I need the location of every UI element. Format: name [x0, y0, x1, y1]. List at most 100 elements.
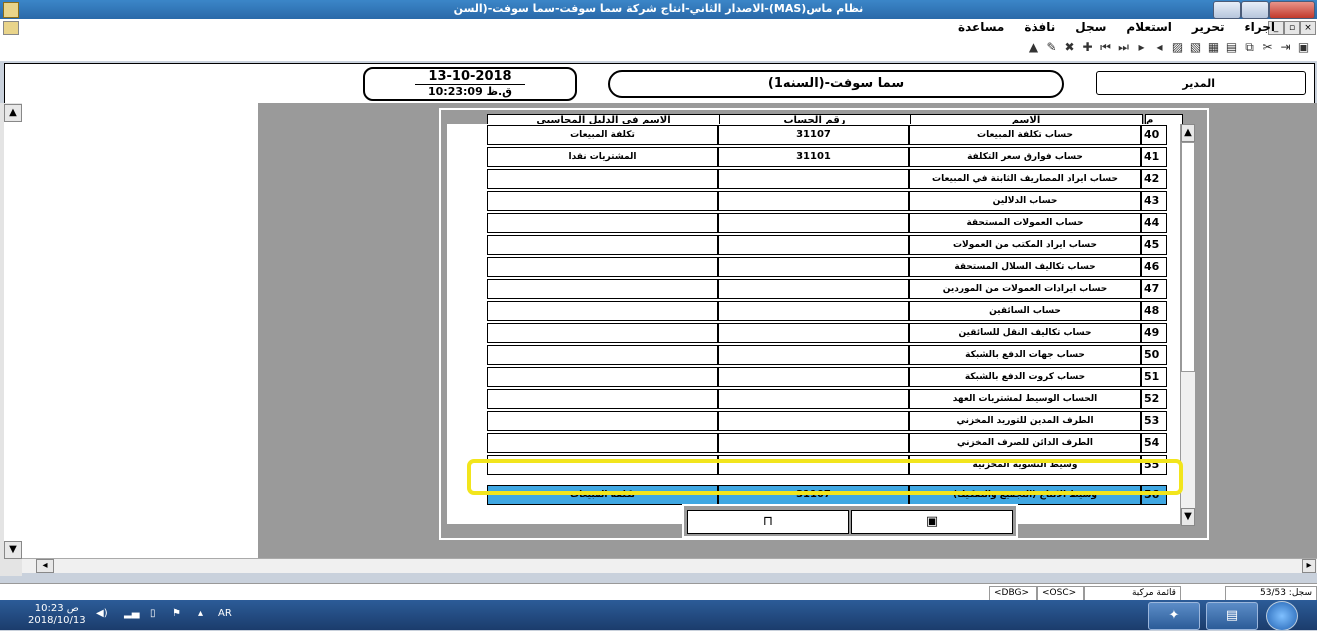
- guide-name-cell[interactable]: [487, 191, 718, 211]
- table-row[interactable]: 44 حساب العمولات المستحقة: [447, 212, 1181, 234]
- search-icon[interactable]: ✎: [1044, 40, 1059, 55]
- guide-name-cell[interactable]: [487, 323, 718, 343]
- account-number-cell[interactable]: [718, 279, 909, 299]
- name-cell[interactable]: حساب جهات الدفع بالشبكة: [909, 345, 1141, 365]
- name-cell[interactable]: الطرف المدين للتوريد المخزني: [909, 411, 1141, 431]
- add-icon[interactable]: ✚: [1080, 40, 1095, 55]
- guide-name-cell[interactable]: [487, 279, 718, 299]
- grid-scroll-up-button[interactable]: ▲: [1181, 124, 1195, 142]
- table-row[interactable]: 49 حساب تكاليف النقل للسائقين: [447, 322, 1181, 344]
- menu-action[interactable]: اجراء: [1243, 20, 1277, 34]
- start-button[interactable]: [1266, 601, 1298, 631]
- guide-name-cell[interactable]: [487, 213, 718, 233]
- account-number-cell[interactable]: [718, 301, 909, 321]
- flag-icon[interactable]: ⚑: [172, 608, 181, 619]
- scroll-left-button[interactable]: ◂: [36, 559, 54, 573]
- close-button[interactable]: [1269, 1, 1315, 19]
- guide-name-cell[interactable]: [487, 433, 718, 453]
- account-number-cell[interactable]: [718, 323, 909, 343]
- guide-name-cell[interactable]: [487, 411, 718, 431]
- next-icon[interactable]: ▸: [1134, 40, 1149, 55]
- paste-icon[interactable]: ▤: [1224, 40, 1239, 55]
- last-icon[interactable]: ⏭: [1116, 40, 1131, 55]
- row-number-cell[interactable]: 46: [1141, 257, 1167, 277]
- account-number-cell[interactable]: [718, 169, 909, 189]
- pin-icon[interactable]: ▲: [1026, 40, 1041, 55]
- table-row[interactable]: 52 الحساب الوسيط لمشتريات العهد: [447, 388, 1181, 410]
- guide-name-cell[interactable]: المشتريات نقدا: [487, 147, 718, 167]
- grid-scroll-down-button[interactable]: ▼: [1181, 508, 1195, 526]
- menu-help[interactable]: مساعدة: [956, 20, 1006, 34]
- mdi-icon[interactable]: [3, 21, 19, 35]
- guide-name-cell[interactable]: [487, 367, 718, 387]
- table-row[interactable]: 46 حساب تكاليف السلال المستحقة: [447, 256, 1181, 278]
- name-cell[interactable]: حساب كروت الدفع بالشبكة: [909, 367, 1141, 387]
- battery-icon[interactable]: ▯: [150, 608, 156, 619]
- name-cell[interactable]: حساب ايراد المصاريف الثابتة في المبيعات: [909, 169, 1141, 189]
- account-number-cell[interactable]: [718, 257, 909, 277]
- network-icon[interactable]: ▂▄: [124, 608, 139, 619]
- account-number-cell[interactable]: [718, 367, 909, 387]
- show-hidden-icons-icon[interactable]: ▴: [198, 608, 203, 619]
- name-cell[interactable]: حساب السائقين: [909, 301, 1141, 321]
- table-row[interactable]: 50 حساب جهات الدفع بالشبكة: [447, 344, 1181, 366]
- row-number-cell[interactable]: 49: [1141, 323, 1167, 343]
- menu-window[interactable]: نافذة: [1022, 20, 1057, 34]
- name-cell[interactable]: حساب ايراد المكتب من العمولات: [909, 235, 1141, 255]
- account-number-cell[interactable]: [718, 389, 909, 409]
- guide-name-cell[interactable]: [487, 345, 718, 365]
- account-number-cell[interactable]: [718, 411, 909, 431]
- account-number-cell[interactable]: 31101: [718, 147, 909, 167]
- remove-icon[interactable]: ✖: [1062, 40, 1077, 55]
- table-row[interactable]: 40 حساب تكلفة المبيعات 31107 تكلفة المبيعات: [447, 124, 1181, 146]
- account-number-cell[interactable]: [718, 433, 909, 453]
- table-row[interactable]: 43 حساب الدلالين: [447, 190, 1181, 212]
- exit-door-icon[interactable]: ⊓: [687, 510, 849, 534]
- horizontal-scrollbar[interactable]: ◂ ▸: [22, 558, 1317, 573]
- table-row[interactable]: 48 حساب السائقين: [447, 300, 1181, 322]
- scroll-down-button[interactable]: ▼: [4, 541, 22, 559]
- first-icon[interactable]: ⏮: [1098, 40, 1113, 55]
- row-number-cell[interactable]: 45: [1141, 235, 1167, 255]
- account-number-cell[interactable]: [718, 235, 909, 255]
- guide-name-cell[interactable]: [487, 257, 718, 277]
- scroll-up-button[interactable]: ▲: [4, 104, 22, 122]
- row-number-cell[interactable]: 47: [1141, 279, 1167, 299]
- row-number-cell[interactable]: 51: [1141, 367, 1167, 387]
- table-row[interactable]: 42 حساب ايراد المصاريف الثابتة في المبيعا…: [447, 168, 1181, 190]
- row-number-cell[interactable]: 41: [1141, 147, 1167, 167]
- new-record-icon[interactable]: ▦: [1206, 40, 1221, 55]
- maximize-button[interactable]: [1241, 1, 1269, 19]
- delete-icon[interactable]: ▧: [1188, 40, 1203, 55]
- menu-edit[interactable]: تحرير: [1190, 20, 1227, 34]
- menu-query[interactable]: استعلام: [1124, 20, 1174, 34]
- menu-record[interactable]: سجل: [1073, 20, 1108, 34]
- row-number-cell[interactable]: 42: [1141, 169, 1167, 189]
- language-indicator[interactable]: AR: [218, 608, 232, 619]
- taskbar-clock[interactable]: 10:23 ص 2018/10/13: [28, 603, 86, 627]
- table-row[interactable]: 54 الطرف الدائن للصرف المخزني: [447, 432, 1181, 454]
- table-row[interactable]: 41 حساب فوارق سعر التكلفة 31101 المشتريات ن…: [447, 146, 1181, 168]
- guide-name-cell[interactable]: [487, 235, 718, 255]
- guide-name-cell[interactable]: [487, 169, 718, 189]
- table-row[interactable]: 47 حساب ايرادات العمولات من الموردين: [447, 278, 1181, 300]
- name-cell[interactable]: حساب الدلالين: [909, 191, 1141, 211]
- mdi-restore-button[interactable]: ▫: [1284, 21, 1300, 35]
- save-icon[interactable]: ▣: [1296, 40, 1311, 55]
- minimize-button[interactable]: [1213, 1, 1241, 19]
- row-number-cell[interactable]: 52: [1141, 389, 1167, 409]
- exit-icon[interactable]: ⇥: [1278, 40, 1293, 55]
- name-cell[interactable]: حساب فوارق سعر التكلفة: [909, 147, 1141, 167]
- cut-icon[interactable]: ✂: [1260, 40, 1275, 55]
- previous-icon[interactable]: ◂: [1152, 40, 1167, 55]
- name-cell[interactable]: حساب ايرادات العمولات من الموردين: [909, 279, 1141, 299]
- save-button[interactable]: ▣: [851, 510, 1013, 534]
- taskbar-explorer-button[interactable]: ▤: [1206, 602, 1258, 630]
- copy-icon[interactable]: ⧉: [1242, 40, 1257, 55]
- row-number-cell[interactable]: 44: [1141, 213, 1167, 233]
- taskbar-app-button[interactable]: ✦: [1148, 602, 1200, 630]
- row-number-cell[interactable]: 43: [1141, 191, 1167, 211]
- name-cell[interactable]: حساب تكاليف النقل للسائقين: [909, 323, 1141, 343]
- row-number-cell[interactable]: 53: [1141, 411, 1167, 431]
- scroll-right-button[interactable]: ▸: [1302, 559, 1316, 573]
